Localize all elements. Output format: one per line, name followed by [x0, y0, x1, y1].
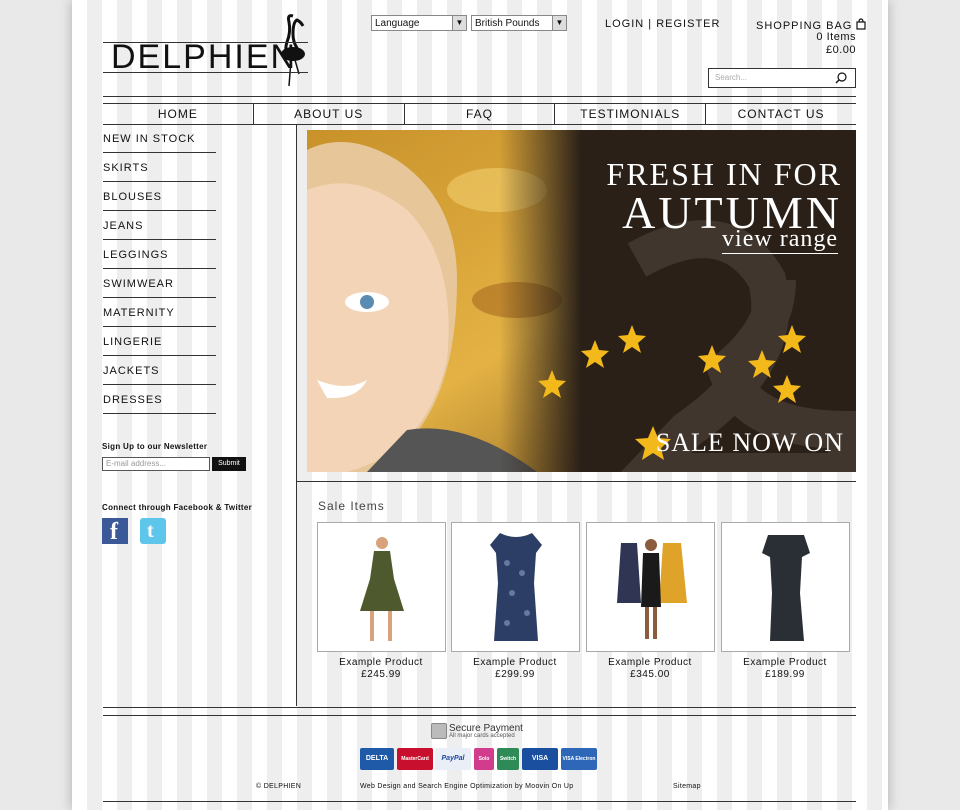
solo-card-icon: Solo	[474, 748, 494, 770]
page: DELPHIEN Language ▼ British Pounds ▼ LOG…	[72, 0, 888, 810]
delta-card-icon: DELTA	[360, 748, 394, 770]
bag-total: £0.00	[825, 44, 856, 56]
link-separator: |	[648, 18, 653, 30]
nav-item-home[interactable]: HOME	[103, 104, 253, 124]
product-image[interactable]	[721, 522, 850, 652]
header-divider	[103, 96, 856, 97]
product-price: £299.99	[495, 669, 535, 680]
product-price: £345.00	[630, 669, 670, 680]
product-name[interactable]: Example Product	[720, 657, 850, 668]
main-nav: HOME ABOUT US FAQ TESTIMONIALS CONTACT U…	[103, 103, 856, 125]
search-icon[interactable]	[835, 72, 847, 84]
hero-banner[interactable]: FRESH IN FOR AUTUMN view range SALE NOW …	[307, 130, 856, 472]
product-image[interactable]	[586, 522, 715, 652]
nav-item-testimonials[interactable]: TESTIMONIALS	[554, 104, 705, 124]
sale-items-title: Sale Items	[318, 499, 385, 513]
sitemap-link[interactable]: Sitemap	[673, 783, 701, 790]
product-name[interactable]: Example Product	[316, 657, 446, 668]
shopping-bag-link[interactable]: SHOPPING BAG	[756, 18, 867, 32]
nav-item-contact-us[interactable]: CONTACT US	[705, 104, 856, 124]
product-photo	[617, 539, 687, 639]
footer-divider	[103, 707, 856, 708]
nav-item-faq[interactable]: FAQ	[403, 104, 555, 124]
category-item[interactable]: NEW IN STOCK	[103, 124, 216, 153]
product-photo	[360, 537, 404, 641]
copyright-text: © DELPHIEN	[256, 783, 302, 790]
account-links: LOGIN | REGISTER	[605, 18, 720, 30]
product-image[interactable]	[451, 522, 580, 652]
category-label: LINGERIE	[103, 336, 163, 348]
visa-card-icon: VISA	[522, 748, 558, 770]
login-link[interactable]: LOGIN	[605, 18, 644, 30]
flamingo-icon	[281, 14, 305, 87]
product-price: £245.99	[361, 669, 401, 680]
product-name[interactable]: Example Product	[585, 657, 715, 668]
product-photo	[490, 533, 542, 641]
logo-overline	[103, 42, 308, 43]
shopping-bag-icon	[856, 18, 867, 30]
category-label: JACKETS	[103, 365, 160, 377]
logo[interactable]: DELPHIEN	[103, 12, 313, 88]
footer-divider	[103, 715, 856, 716]
newsletter-email-input[interactable]: E-mail address...	[102, 457, 210, 471]
register-link[interactable]: REGISTER	[656, 18, 720, 30]
category-item[interactable]: BLOUSES	[103, 182, 216, 211]
paypal-icon: PayPal	[435, 748, 471, 770]
category-label: SKIRTS	[103, 162, 149, 174]
language-select-value: Language	[375, 18, 420, 29]
lock-icon	[431, 723, 447, 739]
switch-card-icon: Switch	[497, 748, 519, 770]
newsletter-submit-button[interactable]: Submit	[212, 457, 246, 471]
product-price: £189.99	[765, 669, 805, 680]
category-item[interactable]: SWIMWEAR	[103, 269, 216, 298]
visa-electron-card-icon: VISA Electron	[561, 748, 597, 770]
currency-select-value: British Pounds	[475, 18, 540, 29]
language-select[interactable]: Language ▼	[371, 15, 467, 31]
footer-bottom-line	[103, 801, 856, 802]
category-item[interactable]: LINGERIE	[103, 327, 216, 356]
sidebar-divider	[296, 124, 297, 706]
category-label: JEANS	[103, 220, 144, 232]
twitter-icon[interactable]: t	[140, 518, 166, 544]
category-label: BLOUSES	[103, 191, 162, 203]
social-title: Connect through Facebook & Twitter	[102, 503, 253, 512]
category-label: NEW IN STOCK	[103, 133, 196, 145]
category-item[interactable]: DRESSES	[103, 385, 216, 414]
nav-item-about-us[interactable]: ABOUT US	[252, 104, 404, 124]
product-photo	[762, 535, 810, 641]
bag-items: 0 Items	[816, 31, 856, 43]
chevron-down-icon: ▼	[452, 16, 466, 30]
banner-divider	[297, 481, 856, 482]
designer-credit-link[interactable]: Web Design and Search Engine Optimizatio…	[360, 783, 573, 790]
category-label: DRESSES	[103, 394, 163, 406]
category-item[interactable]: JEANS	[103, 211, 216, 240]
search-placeholder: Search...	[715, 73, 748, 82]
category-item[interactable]: JACKETS	[103, 356, 216, 385]
category-item[interactable]: SKIRTS	[103, 153, 216, 182]
category-item[interactable]: LEGGINGS	[103, 240, 216, 269]
banner-sale-text: SALE NOW ON	[655, 428, 844, 457]
mastercard-icon: MasterCard	[397, 748, 433, 770]
chevron-down-icon: ▼	[552, 16, 566, 30]
currency-select[interactable]: British Pounds ▼	[471, 15, 567, 31]
product-name[interactable]: Example Product	[450, 657, 580, 668]
newsletter-title: Sign Up to our Newsletter	[102, 442, 208, 451]
category-label: LEGGINGS	[103, 249, 169, 261]
facebook-icon[interactable]: f	[102, 518, 128, 545]
category-label: SWIMWEAR	[103, 278, 174, 290]
secure-payment-subtitle: All major cards accepted	[449, 733, 515, 739]
category-label: MATERNITY	[103, 307, 175, 319]
search-input[interactable]: Search...	[708, 68, 856, 88]
product-image[interactable]	[317, 522, 446, 652]
category-item[interactable]: MATERNITY	[103, 298, 216, 327]
banner-view-range-link[interactable]: view range	[722, 226, 838, 254]
logo-underline	[103, 72, 308, 73]
